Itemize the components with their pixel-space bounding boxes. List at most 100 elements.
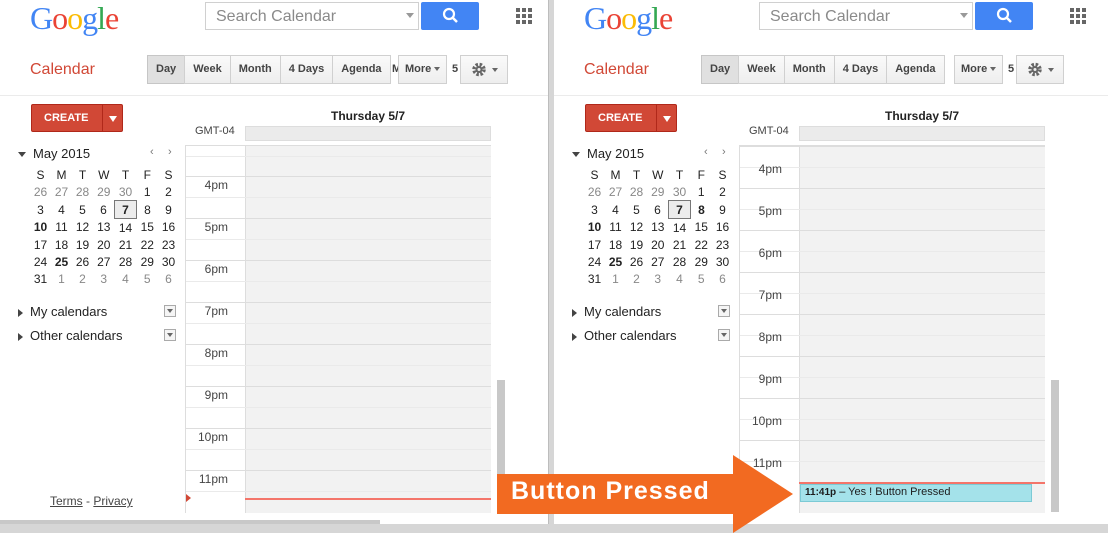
mini-day[interactable]: 1 — [691, 183, 713, 201]
mini-day[interactable]: 13 — [93, 219, 115, 237]
search-button[interactable] — [975, 2, 1033, 30]
mini-day[interactable]: 3 — [93, 270, 115, 287]
settings-button[interactable] — [460, 55, 508, 84]
mini-day[interactable]: 6 — [647, 201, 669, 219]
expand-arrow-icon[interactable] — [572, 332, 577, 341]
chevron-down-icon[interactable] — [663, 116, 671, 122]
mini-day[interactable]: 9 — [712, 201, 733, 219]
mini-day[interactable]: 31 — [584, 270, 605, 287]
mini-day[interactable]: 2 — [72, 270, 93, 287]
mini-day[interactable]: 8 — [137, 201, 159, 219]
apps-grid-icon[interactable] — [1070, 8, 1086, 24]
mini-day[interactable]: 1 — [605, 270, 626, 287]
mini-day[interactable]: 31 — [30, 270, 51, 287]
view-agenda-button[interactable]: Agenda — [332, 55, 391, 84]
my-calendars-section[interactable]: My calendars — [18, 304, 176, 319]
mini-day[interactable]: 27 — [51, 183, 72, 201]
mini-day[interactable]: 4 — [605, 201, 626, 219]
prev-month-button[interactable]: ‹ — [704, 146, 708, 158]
view-day-button[interactable]: Day — [701, 55, 740, 84]
mini-day[interactable]: 2 — [626, 270, 647, 287]
mini-day[interactable]: 15 — [137, 219, 159, 237]
other-calendars-section[interactable]: Other calendars — [572, 328, 730, 343]
google-logo[interactable]: Google — [30, 0, 119, 37]
view-4days-button[interactable]: 4 Days — [279, 55, 334, 84]
mini-day[interactable]: 18 — [605, 236, 626, 253]
mini-day[interactable]: 17 — [584, 236, 605, 253]
section-options-icon[interactable] — [718, 329, 730, 341]
search-button[interactable] — [421, 2, 479, 30]
mini-calendar-title[interactable]: May 2015 — [587, 146, 644, 161]
day-column[interactable] — [799, 146, 1045, 513]
mini-day[interactable]: 28 — [669, 253, 691, 270]
mini-day[interactable]: 28 — [115, 253, 137, 270]
mini-day[interactable]: 28 — [626, 183, 647, 201]
next-month-button[interactable]: › — [168, 146, 172, 158]
calendar-title[interactable]: Calendar — [584, 61, 649, 79]
mini-day[interactable]: 30 — [158, 253, 179, 270]
mini-day[interactable]: 25 — [605, 253, 626, 270]
mini-day[interactable]: 5 — [691, 270, 713, 287]
view-month-button[interactable]: Month — [229, 55, 281, 84]
view-agenda-button[interactable]: Agenda — [886, 55, 945, 84]
mini-calendar-title[interactable]: May 2015 — [33, 146, 90, 161]
view-month-button[interactable]: Month — [783, 55, 835, 84]
mini-day[interactable]: 21 — [669, 236, 691, 253]
mini-day[interactable]: 29 — [647, 183, 669, 201]
section-options-icon[interactable] — [164, 305, 176, 317]
mini-day[interactable]: 21 — [115, 236, 137, 253]
mini-day[interactable]: 19 — [72, 236, 93, 253]
day-header[interactable]: Thursday 5/7 — [331, 109, 405, 123]
mini-day[interactable]: 16 — [158, 219, 179, 237]
mini-day[interactable]: 24 — [30, 253, 51, 270]
mini-day[interactable]: 6 — [158, 270, 179, 287]
expand-arrow-icon[interactable] — [572, 308, 577, 317]
search-options-dropdown[interactable] — [960, 13, 968, 18]
horizontal-scrollbar[interactable] — [0, 520, 380, 524]
mini-day[interactable]: 3 — [30, 201, 51, 219]
mini-day[interactable]: 23 — [712, 236, 733, 253]
vertical-scrollbar[interactable] — [1051, 380, 1059, 512]
mini-day[interactable]: 26 — [584, 183, 605, 201]
chevron-down-icon[interactable] — [109, 116, 117, 122]
mini-day[interactable]: 23 — [158, 236, 179, 253]
day-column[interactable] — [245, 146, 491, 513]
mini-day-today[interactable]: 7 — [114, 200, 137, 219]
collapse-arrow-icon[interactable] — [572, 152, 580, 157]
more-button[interactable]: More — [954, 55, 1004, 84]
mini-day[interactable]: 29 — [137, 253, 159, 270]
my-calendars-section[interactable]: My calendars — [572, 304, 730, 319]
mini-day[interactable]: 8 — [691, 201, 713, 219]
create-button[interactable]: CREATE — [31, 104, 123, 132]
create-button[interactable]: CREATE — [585, 104, 677, 132]
collapse-arrow-icon[interactable] — [18, 152, 26, 157]
day-grid[interactable]: 4pm 5pm 6pm 7pm 8pm 9pm 10pm 11pm — [185, 145, 491, 513]
mini-day[interactable]: 22 — [137, 236, 159, 253]
more-button[interactable]: More — [398, 55, 448, 84]
mini-day[interactable]: 18 — [51, 236, 72, 253]
search-input[interactable] — [214, 4, 398, 30]
apps-grid-icon[interactable] — [516, 8, 532, 24]
mini-day[interactable]: 26 — [72, 253, 93, 270]
mini-day[interactable]: 30 — [115, 183, 137, 201]
expand-arrow-icon[interactable] — [18, 308, 23, 317]
mini-day[interactable]: 27 — [647, 253, 669, 270]
mini-day[interactable]: 1 — [51, 270, 72, 287]
mini-day[interactable]: 27 — [93, 253, 115, 270]
google-logo[interactable]: Google — [584, 0, 673, 37]
mini-day[interactable]: 2 — [712, 183, 733, 201]
mini-day[interactable]: 5 — [626, 201, 647, 219]
mini-day[interactable]: 12 — [626, 219, 647, 237]
mini-day[interactable]: 22 — [691, 236, 713, 253]
mini-day[interactable]: 19 — [626, 236, 647, 253]
mini-day[interactable]: 20 — [93, 236, 115, 253]
mini-day[interactable]: 3 — [647, 270, 669, 287]
mini-day[interactable]: 1 — [137, 183, 159, 201]
mini-day[interactable]: 14 — [669, 219, 691, 237]
mini-day[interactable]: 25 — [51, 253, 72, 270]
mini-day[interactable]: 29 — [691, 253, 713, 270]
privacy-link[interactable]: Privacy — [93, 494, 132, 508]
mini-day[interactable]: 28 — [72, 183, 93, 201]
all-day-row[interactable] — [799, 126, 1045, 141]
expand-arrow-icon[interactable] — [18, 332, 23, 341]
